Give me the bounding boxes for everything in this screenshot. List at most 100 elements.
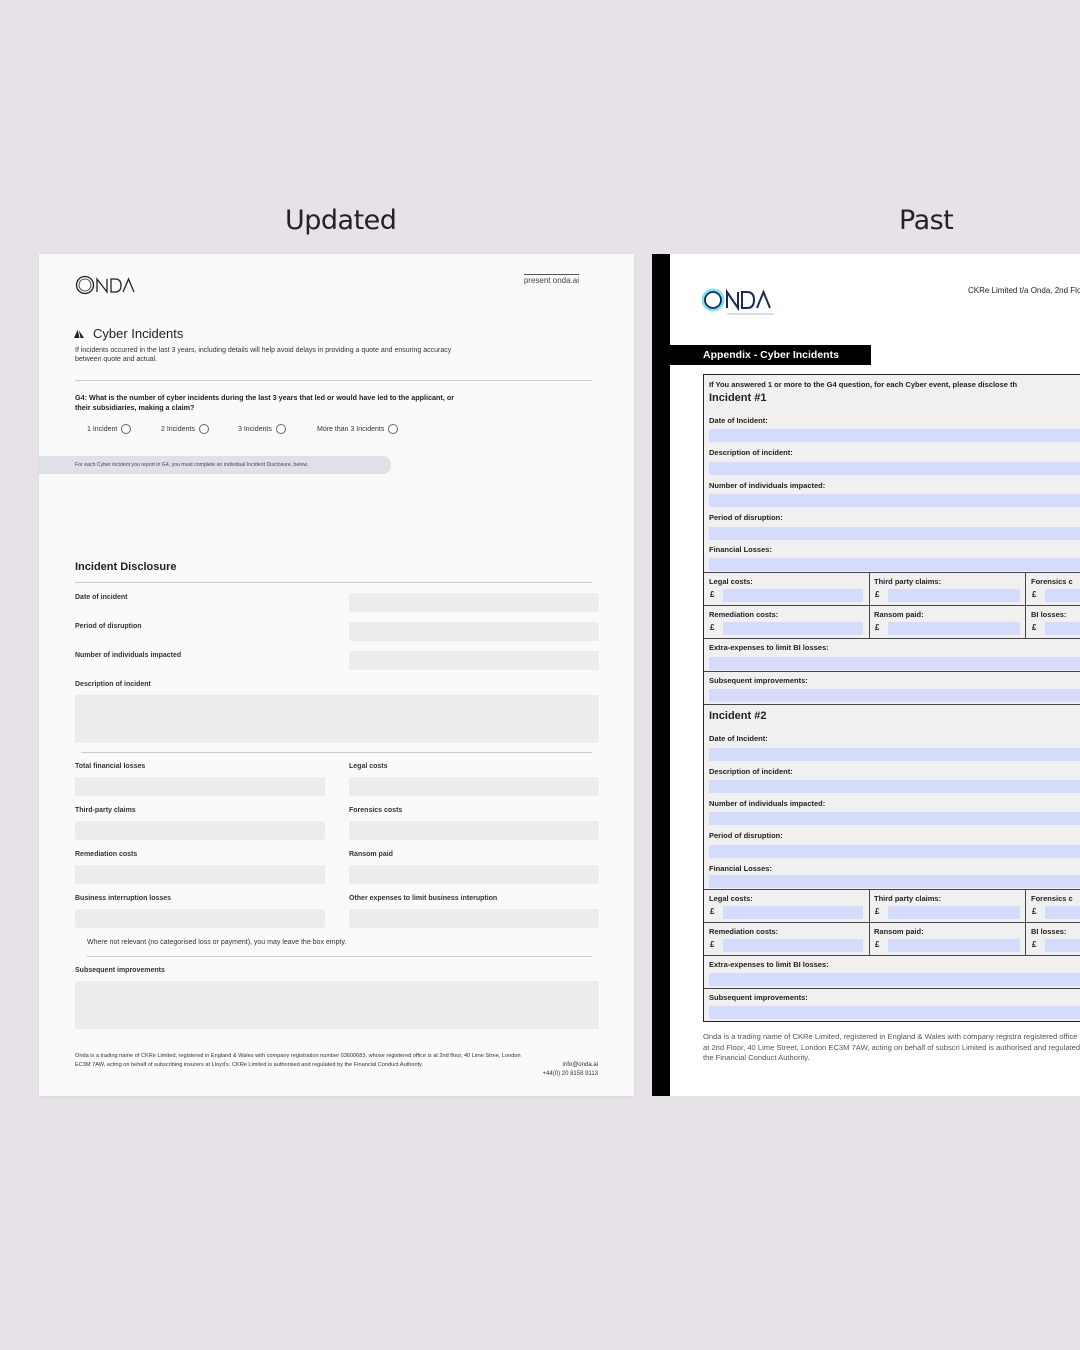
period-label: Period of disruption: [709,831,783,840]
rule [704,605,1080,606]
bi-losses-label: Business interruption losses [75,895,172,902]
radio-circle[interactable] [121,424,132,434]
ransom-field[interactable] [888,622,1020,635]
radio-circle[interactable] [275,424,286,434]
extra-label: Extra-expenses to limit BI losses: [709,960,829,969]
financial-label: Financial Losses: [709,864,772,873]
pound-sign: £ [875,590,880,599]
bi-losses-field[interactable] [75,909,325,928]
radio-label: More than 3 Incidents [317,425,385,433]
financial-field[interactable] [709,875,1080,888]
extra-field[interactable] [709,657,1080,670]
radio-circle[interactable] [198,424,209,434]
period-field[interactable] [349,622,599,641]
legal-label: Legal costs [349,763,388,770]
cyber-icon [74,328,84,339]
improvements-label: Subsequent improvements [75,967,165,974]
pound-sign: £ [1032,623,1037,632]
forensics-field[interactable] [349,821,599,840]
radio-1-incident[interactable]: 1 Incident [87,424,132,434]
other-expenses-field[interactable] [349,909,599,928]
past-page: CKRe Limited t/a Onda, 2nd Floo Appendix… [652,254,1080,1096]
improvements-label: Subsequent improvements: [709,676,808,685]
other-expenses-label: Other expenses to limit business interup… [349,895,498,902]
period-field[interactable] [709,527,1080,540]
onda-logo [75,275,135,295]
remediation-label: Remediation costs: [709,610,779,619]
forensics-field[interactable] [1045,906,1080,919]
present-link[interactable]: present onda.ai [523,274,579,285]
remediation-label: Remediation costs [75,851,138,858]
individuals-field[interactable] [709,494,1080,507]
individuals-field[interactable] [349,651,599,670]
legal-field[interactable] [723,906,863,919]
forensics-label: Forensics costs [349,807,403,814]
period-field[interactable] [709,845,1080,858]
third-party-field[interactable] [75,821,325,840]
past-heading: Past [899,205,954,236]
individuals-field[interactable] [709,812,1080,825]
extra-field[interactable] [709,973,1080,986]
individuals-label: Number of individuals impacted: [709,799,826,808]
divider [87,956,592,957]
incident-disclosure-title: Incident Disclosure [75,561,177,573]
pound-sign: £ [710,907,715,916]
legal-label: Legal costs: [709,894,753,903]
legal-field[interactable] [349,777,599,796]
remediation-field[interactable] [75,865,325,884]
radio-label: 1 Incident [87,425,118,433]
third-field[interactable] [888,906,1020,919]
bi-label: BI losses: [1031,610,1067,619]
third-party-label: Third-party claims [75,807,136,814]
date-field[interactable] [349,593,599,612]
total-losses-field[interactable] [75,777,325,796]
extra-label: Extra-expenses to limit BI losses: [709,643,829,652]
remediation-field[interactable] [723,939,863,952]
pound-sign: £ [710,940,715,949]
individuals-label: Number of individuals impacted [75,652,182,659]
radio-circle[interactable] [388,424,399,434]
period-label: Period of disruption [75,623,142,630]
ransom-label: Ransom paid: [874,610,924,619]
radio-2-incidents[interactable]: 2 Incidents [161,424,209,434]
description-field[interactable] [75,695,599,743]
description-field[interactable] [709,462,1080,475]
date-label: Date of incident [75,594,128,601]
empty-box-hint: Where not relevant (no categorised loss … [87,939,347,946]
improvements-label: Subsequent improvements: [709,993,808,1002]
description-field[interactable] [709,780,1080,793]
third-field[interactable] [888,589,1020,602]
third-label: Third party claims: [874,894,942,903]
date-field[interactable] [709,429,1080,442]
section-title: Cyber Incidents [93,326,184,341]
ransom-field[interactable] [888,939,1020,952]
radio-label: 2 Incidents [161,425,195,433]
remediation-field[interactable] [723,622,863,635]
date-label: Date of Incident: [709,734,768,743]
date-field[interactable] [709,748,1080,761]
radio-3-incidents[interactable]: 3 Incidents [238,424,286,434]
radio-more-incidents[interactable]: More than 3 Incidents [317,424,399,434]
intro-text: If incidents occurred in the last 3 year… [75,347,452,363]
ransom-label: Ransom paid [349,851,393,858]
company-address: CKRe Limited t/a Onda, 2nd Floo [968,286,1080,295]
bi-field[interactable] [1045,939,1080,952]
contact-email[interactable]: info@onda.ai [543,1061,598,1070]
legal-footer-old: Onda is a trading name of CKRe Limited, … [703,1032,1080,1063]
forensics-label: Forensics c [1031,894,1073,903]
legal-field[interactable] [723,589,863,602]
pound-sign: £ [875,940,880,949]
remediation-label: Remediation costs: [709,927,779,936]
financial-field[interactable] [709,558,1080,571]
pound-sign: £ [710,590,715,599]
ransom-field[interactable] [349,865,599,884]
pound-sign: £ [710,623,715,632]
forensics-field[interactable] [1045,589,1080,602]
improvements-field[interactable] [75,981,599,1029]
improvements-field[interactable] [709,1006,1080,1019]
rule [704,671,1080,672]
bi-field[interactable] [1045,622,1080,635]
date-label: Date of Incident: [709,416,768,425]
improvements-field[interactable] [709,689,1080,702]
instruction-text: If You answered 1 or more to the G4 ques… [709,380,1018,389]
